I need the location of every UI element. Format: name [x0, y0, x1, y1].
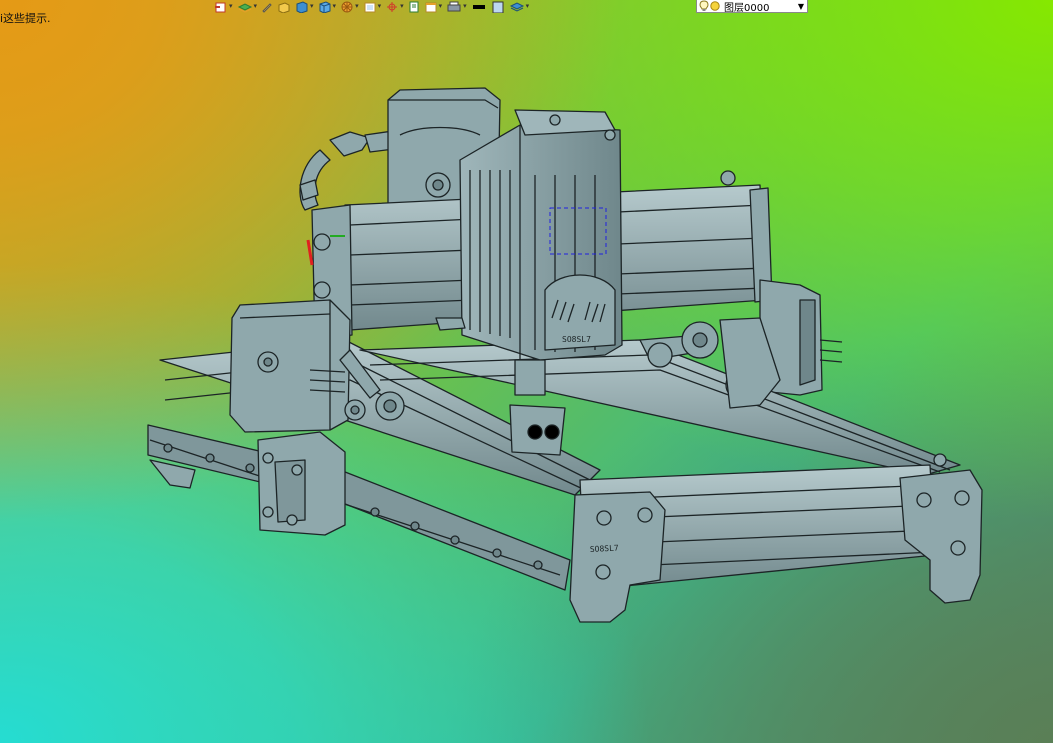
- left-carriage: [257, 431, 346, 536]
- cable-chain: [299, 129, 403, 211]
- cad-viewport[interactable]: SO8SL7 SO8SL7: [0, 0, 1053, 743]
- engraving-left: SO8SL7: [590, 543, 620, 554]
- front-right-corner: [899, 453, 983, 604]
- left-stepper-motor: [229, 299, 351, 433]
- x-carriage-bar: [435, 317, 466, 331]
- front-left-corner: SO8SL7: [569, 491, 666, 623]
- engraving-right: SO8SL7: [562, 335, 591, 344]
